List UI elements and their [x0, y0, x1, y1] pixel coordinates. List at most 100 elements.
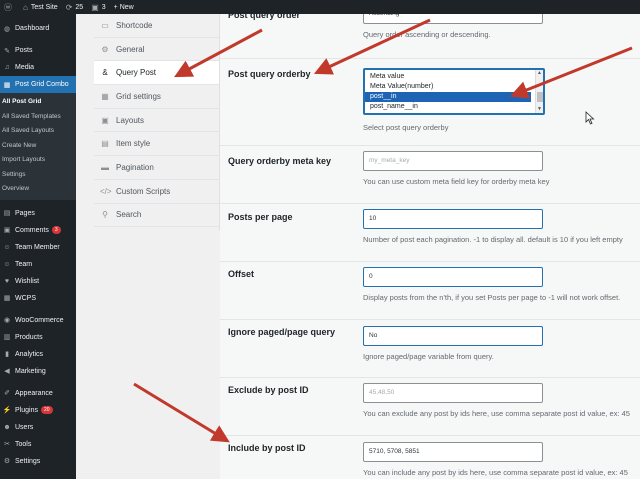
media-icon: ♫ [4, 64, 10, 71]
input-offset[interactable]: 0 [363, 267, 543, 287]
option-meta-value[interactable]: Meta value [365, 72, 531, 82]
gears-icon: ⚙ [101, 44, 109, 54]
label-orderby-meta-key: Query orderby meta key [228, 156, 332, 166]
wordpress-icon: ⓦ [4, 2, 12, 12]
submenu-all-post-grid[interactable]: All Post Grid [0, 95, 76, 110]
label-posts-per-page: Posts per page [228, 212, 293, 222]
submenu-overview[interactable]: Overview [0, 182, 76, 197]
menu-post-grid-combo[interactable]: ▦ Post Grid Combo [0, 76, 76, 93]
menu-comments[interactable]: ▣ Comments 3 [0, 222, 76, 239]
refresh-icon: ⟳ [65, 2, 73, 12]
menu-media[interactable]: ♫ Media [0, 59, 76, 76]
input-posts-per-page[interactable]: 10 [363, 209, 543, 229]
input-orderby-meta-key[interactable]: my_meta_key [363, 151, 543, 171]
submenu-create-new[interactable]: Create New [0, 139, 76, 154]
label-include-ids: Include by post ID [228, 443, 306, 453]
new-content-link[interactable]: + New [114, 4, 134, 11]
plugins-count-badge: 20 [40, 406, 53, 414]
menu-users[interactable]: ☻ Users [0, 419, 76, 436]
submenu-all-saved-layouts[interactable]: All Saved Layouts [0, 124, 76, 139]
option-post-name-in[interactable]: post_name__in [365, 102, 531, 112]
menu-posts[interactable]: ✎ Posts [0, 42, 76, 59]
scroll-up-icon[interactable]: ▲ [537, 70, 542, 76]
menu-plugins[interactable]: ⚡ Plugins 20 [0, 402, 76, 419]
plug-icon: ⚡ [2, 407, 12, 414]
site-name-link[interactable]: ⌂ Test Site [23, 3, 58, 12]
menu-tools[interactable]: ✂ Tools [0, 436, 76, 453]
row-ignore-paged: Ignore paged/page query No Ignore paged/… [220, 320, 640, 378]
input-exclude-ids[interactable]: 45,48,50 [363, 383, 543, 403]
grid-icon: ▦ [3, 295, 11, 302]
home-icon: ⌂ [23, 2, 28, 12]
comments-count-badge: 3 [51, 226, 61, 234]
submenu-import-layouts[interactable]: Import Layouts [0, 153, 76, 168]
menu-appearance[interactable]: ✐ Appearance [0, 385, 76, 402]
settings-icon: ⚙ [3, 458, 11, 465]
tab-grid-settings[interactable]: ▦ Grid settings [94, 85, 219, 109]
listbox-post-query-orderby[interactable]: Meta value Meta Value(number) post__in p… [363, 68, 545, 115]
menu-marketing[interactable]: ◀ Marketing [0, 363, 76, 380]
updates-link[interactable]: ⟳ 25 [66, 3, 84, 12]
users-icon: ☺ [3, 243, 11, 251]
wp-logo[interactable]: ⓦ [4, 2, 15, 13]
menu-analytics[interactable]: ▮ Analytics [0, 346, 76, 363]
tab-custom-scripts[interactable]: </> Custom Scripts [94, 180, 219, 204]
field-ignore-paged: No Ignore paged/page variable from query… [363, 326, 640, 361]
cubes-icon: & [102, 68, 108, 78]
archive-icon: ▥ [3, 334, 11, 341]
option-meta-value-number[interactable]: Meta Value(number) [365, 82, 531, 92]
list-icon: ▤ [101, 139, 109, 149]
desc-orderby-meta-key: You can use custom meta field key for or… [363, 177, 550, 186]
label-post-query-orderby: Post query orderby [228, 69, 311, 79]
brush-icon: ✐ [4, 390, 10, 397]
desc-posts-per-page: Number of post each pagination. -1 to di… [363, 235, 623, 244]
field-post-query-orderby: Meta value Meta Value(number) post__in p… [363, 68, 640, 132]
field-offset: 0 Display posts from the n'th, if you se… [363, 267, 640, 302]
select-ignore-paged[interactable]: No [363, 326, 543, 346]
menu-team[interactable]: ☺ Team [0, 256, 76, 273]
tab-layouts[interactable]: ▣ Layouts [94, 109, 219, 133]
menu-settings[interactable]: ⚙ Settings [0, 453, 76, 470]
tab-query-post[interactable]: & Query Post [94, 61, 219, 86]
comment-icon: ▣ [91, 2, 99, 12]
label-exclude-ids: Exclude by post ID [228, 385, 309, 395]
option-post-in[interactable]: post__in [365, 92, 531, 102]
tab-item-style[interactable]: ▤ Item style [94, 132, 219, 157]
search-icon: ⚲ [102, 210, 108, 220]
menu-products[interactable]: ▥ Products [0, 329, 76, 346]
chart-icon: ▮ [5, 351, 9, 358]
tab-search[interactable]: ⚲ Search [94, 204, 219, 228]
comments-link[interactable]: ▣ 3 [91, 3, 105, 12]
menu-pages[interactable]: ▤ Pages [0, 205, 76, 222]
tab-pagination[interactable]: ▬ Pagination [94, 156, 219, 180]
pin-icon: ✎ [4, 47, 10, 55]
menu-wishlist[interactable]: ♥ Wishlist [0, 273, 76, 290]
menu-team-member[interactable]: ☺ Team Member [0, 239, 76, 256]
row-include-ids: Include by post ID 5710, 5708, 5851 You … [220, 436, 640, 479]
pages-icon: ▤ [3, 210, 11, 217]
user-icon: ☻ [3, 423, 11, 431]
tab-shortcode[interactable]: ▭ Shortcode [94, 14, 219, 38]
scroll-down-icon[interactable]: ▼ [537, 106, 542, 112]
desc-offset: Display posts from the n'th, if you set … [363, 293, 621, 302]
heart-icon: ♥ [4, 277, 10, 285]
scrollbar-thumb[interactable] [537, 92, 543, 102]
group-icon: ☺ [3, 260, 11, 268]
submenu-settings[interactable]: Settings [0, 168, 76, 183]
field-posts-per-page: 10 Number of post each pagination. -1 to… [363, 209, 640, 244]
menu-dashboard[interactable]: ◍ Dashboard [0, 20, 76, 37]
code-icon: </> [100, 186, 112, 196]
row-posts-per-page: Posts per page 10 Number of post each pa… [220, 204, 640, 262]
th-icon: ▦ [101, 91, 109, 101]
grid-icon: ▦ [3, 81, 11, 89]
admin-bar: ⓦ ⌂ Test Site ⟳ 25 ▣ 3 + New [0, 0, 640, 14]
tab-general[interactable]: ⚙ General [94, 38, 219, 62]
listbox-scrollbar[interactable]: ▲ ▼ [535, 70, 543, 113]
woocommerce-icon: ◉ [3, 317, 11, 324]
settings-tabs: ▭ Shortcode ⚙ General & Query Post ▦ Grid se… [94, 14, 220, 230]
submenu-all-saved-templates[interactable]: All Saved Templates [0, 110, 76, 125]
menu-wcps[interactable]: ▦ WCPS [0, 290, 76, 307]
input-include-ids[interactable]: 5710, 5708, 5851 [363, 442, 543, 462]
desc-ignore-paged: Ignore paged/page variable from query. [363, 352, 494, 361]
menu-woocommerce[interactable]: ◉ WooCommerce [0, 312, 76, 329]
